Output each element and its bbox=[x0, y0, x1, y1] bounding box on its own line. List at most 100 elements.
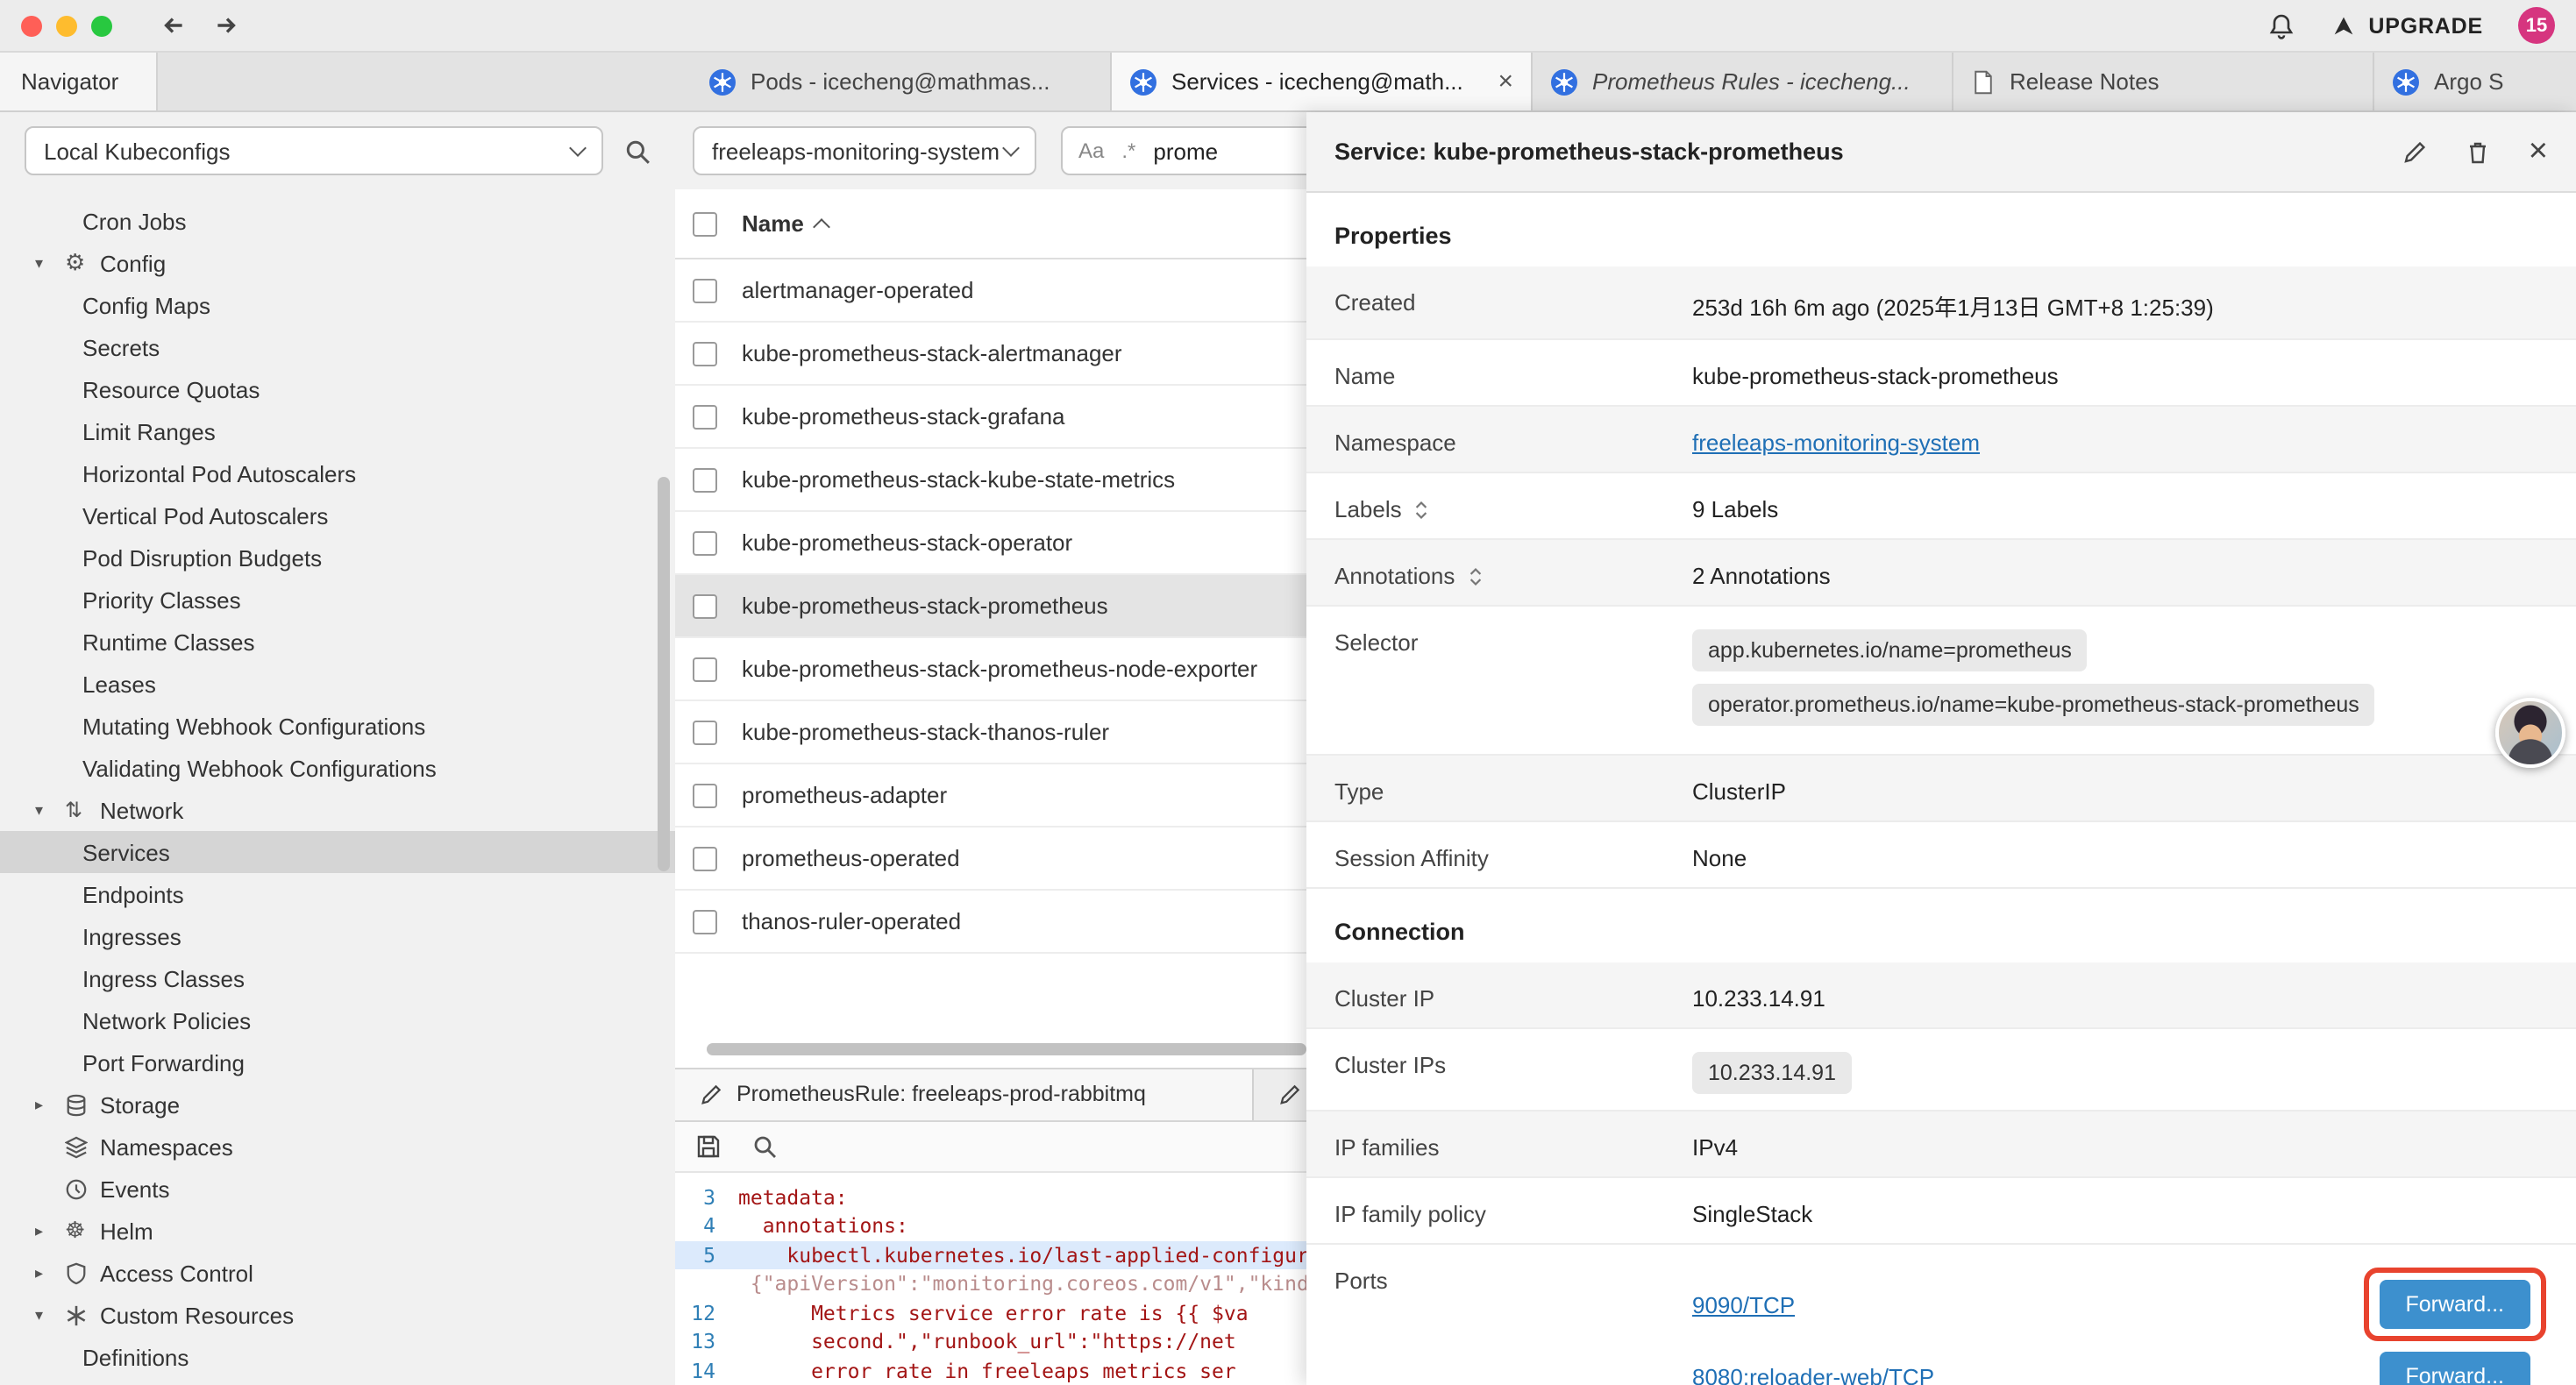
table-row[interactable]: prometheus-adapter bbox=[675, 764, 1306, 827]
sidebar-item[interactable]: Network Policies bbox=[0, 999, 675, 1041]
expand-arrow-icon[interactable]: ▾ bbox=[35, 253, 65, 273]
sidebar-item[interactable]: ▾ ⇅ Network bbox=[0, 789, 675, 831]
row-checkbox[interactable] bbox=[693, 341, 717, 366]
minimize-window-button[interactable] bbox=[56, 15, 77, 36]
row-checkbox[interactable] bbox=[693, 657, 717, 681]
row-checkbox[interactable] bbox=[693, 530, 717, 555]
delete-trash-icon[interactable] bbox=[2466, 139, 2490, 164]
sidebar-item[interactable]: ▾ Custom Resources bbox=[0, 1294, 675, 1336]
sidebar-item[interactable]: ▾ ⚙ Config bbox=[0, 242, 675, 284]
notifications-bell-icon[interactable] bbox=[2266, 11, 2295, 39]
table-row[interactable]: kube-prometheus-stack-thanos-ruler bbox=[675, 701, 1306, 764]
row-checkbox[interactable] bbox=[693, 593, 717, 618]
sidebar-item[interactable]: Horizontal Pod Autoscalers bbox=[0, 452, 675, 494]
sidebar-scrollbar[interactable] bbox=[658, 477, 670, 871]
dock-tab-bar: PrometheusRule: freeleaps-prod-rabbitmq bbox=[675, 1067, 1306, 1119]
sidebar-item[interactable]: Cron Jobs bbox=[0, 200, 675, 242]
yaml-editor[interactable]: 3 metadata: 4 annotations: 5 kubectl.kub… bbox=[675, 1172, 1306, 1385]
kubeconfig-selector[interactable]: Local Kubeconfigs bbox=[25, 126, 603, 175]
table-row[interactable]: kube-prometheus-stack-grafana bbox=[675, 386, 1306, 449]
close-window-button[interactable] bbox=[21, 15, 42, 36]
namespace-filter-dropdown[interactable]: freeleaps-monitoring-system bbox=[693, 126, 1036, 175]
dock-tab-prometheusrule[interactable]: PrometheusRule: freeleaps-prod-rabbitmq bbox=[675, 1069, 1254, 1119]
sidebar-item[interactable]: Events bbox=[0, 1168, 675, 1210]
namespace-link[interactable]: freeleaps-monitoring-system bbox=[1692, 430, 1980, 456]
sidebar-item[interactable]: ▸ Storage bbox=[0, 1083, 675, 1126]
regex-toggle[interactable]: .* bbox=[1121, 138, 1135, 163]
sidebar-item[interactable]: Validating Webhook Configurations bbox=[0, 747, 675, 789]
edit-pencil-icon[interactable] bbox=[2402, 139, 2427, 164]
row-checkbox[interactable] bbox=[693, 720, 717, 744]
sidebar-item[interactable]: Config Maps bbox=[0, 284, 675, 326]
notification-count-badge[interactable]: 15 bbox=[2518, 7, 2555, 44]
line-number: 12 bbox=[675, 1301, 738, 1325]
row-checkbox[interactable] bbox=[693, 783, 717, 807]
maximize-window-button[interactable] bbox=[91, 15, 112, 36]
sidebar-item[interactable]: Limit Ranges bbox=[0, 410, 675, 452]
sidebar-item[interactable]: ▸ Access Control bbox=[0, 1252, 675, 1294]
assistant-avatar[interactable] bbox=[2495, 698, 2565, 768]
row-label: IP family policy bbox=[1334, 1197, 1692, 1227]
upgrade-button[interactable]: UPGRADE bbox=[2330, 12, 2483, 39]
expand-arrow-icon[interactable]: ▾ bbox=[35, 800, 65, 820]
table-row[interactable]: alertmanager-operated bbox=[675, 259, 1306, 323]
table-row[interactable]: kube-prometheus-stack-kube-state-metrics bbox=[675, 449, 1306, 512]
sidebar-item[interactable]: Namespaces bbox=[0, 1126, 675, 1168]
sidebar-item[interactable]: Vertical Pod Autoscalers bbox=[0, 494, 675, 536]
sidebar-item[interactable]: Endpoints bbox=[0, 873, 675, 915]
back-arrow-icon[interactable] bbox=[158, 11, 188, 40]
name-column-header[interactable]: Name bbox=[742, 210, 829, 237]
expand-arrow-icon[interactable]: ▸ bbox=[35, 1095, 65, 1114]
drawer-title: Service: kube-prometheus-stack-prometheu… bbox=[1334, 138, 1844, 165]
table-row[interactable]: kube-prometheus-stack-alertmanager bbox=[675, 323, 1306, 386]
horizontal-scrollbar-thumb[interactable] bbox=[707, 1042, 1306, 1055]
tab[interactable]: Argo S × bbox=[2374, 53, 2576, 110]
save-icon[interactable] bbox=[696, 1133, 721, 1158]
expand-arrow-icon[interactable]: ▸ bbox=[35, 1263, 65, 1282]
row-checkbox[interactable] bbox=[693, 467, 717, 492]
labels-expand-icon[interactable] bbox=[1414, 499, 1430, 520]
table-row[interactable]: kube-prometheus-stack-prometheus-node-ex… bbox=[675, 638, 1306, 701]
sidebar-item[interactable]: Services bbox=[0, 831, 675, 873]
tab[interactable]: Services - icecheng@math... × bbox=[1112, 53, 1533, 110]
close-drawer-icon[interactable]: × bbox=[2529, 135, 2548, 168]
sidebar-item[interactable]: Port Forwarding bbox=[0, 1041, 675, 1083]
forward-arrow-icon[interactable] bbox=[212, 11, 242, 40]
dock-tab-partial[interactable] bbox=[1254, 1069, 1306, 1119]
sidebar-item[interactable]: Priority Classes bbox=[0, 579, 675, 621]
table-row[interactable]: kube-prometheus-stack-prometheus bbox=[675, 575, 1306, 638]
table-row[interactable]: thanos-ruler-operated bbox=[675, 891, 1306, 954]
row-checkbox[interactable] bbox=[693, 846, 717, 870]
sidebar-search-icon[interactable] bbox=[624, 138, 651, 164]
row-checkbox[interactable] bbox=[693, 404, 717, 429]
sidebar-item[interactable]: Mutating Webhook Configurations bbox=[0, 705, 675, 747]
match-case-toggle[interactable]: Aa bbox=[1078, 138, 1104, 163]
row-checkbox[interactable] bbox=[693, 909, 717, 934]
port-link[interactable]: 8080:reloader-web/TCP bbox=[1692, 1363, 1934, 1385]
sidebar-item[interactable]: Leases bbox=[0, 663, 675, 705]
tab-close-icon[interactable]: × bbox=[1498, 68, 1513, 95]
expand-arrow-icon[interactable]: ▸ bbox=[35, 1221, 65, 1240]
tab[interactable]: Pods - icecheng@mathmas... × bbox=[691, 53, 1112, 110]
sidebar-item[interactable]: Runtime Classes bbox=[0, 621, 675, 663]
table-row[interactable]: prometheus-operated bbox=[675, 827, 1306, 891]
sidebar-item[interactable]: Definitions bbox=[0, 1336, 675, 1378]
sidebar-item[interactable]: Pod Disruption Budgets bbox=[0, 536, 675, 579]
editor-search-icon[interactable] bbox=[752, 1133, 777, 1158]
table-row[interactable]: kube-prometheus-stack-operator bbox=[675, 512, 1306, 575]
sidebar-item[interactable]: Ingresses bbox=[0, 915, 675, 957]
port-link[interactable]: 9090/TCP bbox=[1692, 1291, 1795, 1318]
list-search-input[interactable]: Aa .* prome bbox=[1061, 126, 1306, 175]
sidebar-item[interactable]: Secrets bbox=[0, 326, 675, 368]
forward-button[interactable]: Forward... bbox=[2379, 1280, 2530, 1329]
tab[interactable]: Release Notes × bbox=[1953, 53, 2374, 110]
expand-arrow-icon[interactable]: ▾ bbox=[35, 1305, 65, 1325]
forward-button[interactable]: Forward... bbox=[2379, 1352, 2530, 1385]
tab[interactable]: Prometheus Rules - icecheng... × bbox=[1533, 53, 1953, 110]
select-all-checkbox[interactable] bbox=[693, 211, 717, 236]
sidebar-item[interactable]: ▸ ☸ Helm bbox=[0, 1210, 675, 1252]
row-checkbox[interactable] bbox=[693, 278, 717, 302]
annotations-expand-icon[interactable] bbox=[1467, 565, 1483, 586]
sidebar-item[interactable]: Ingress Classes bbox=[0, 957, 675, 999]
sidebar-item[interactable]: Resource Quotas bbox=[0, 368, 675, 410]
